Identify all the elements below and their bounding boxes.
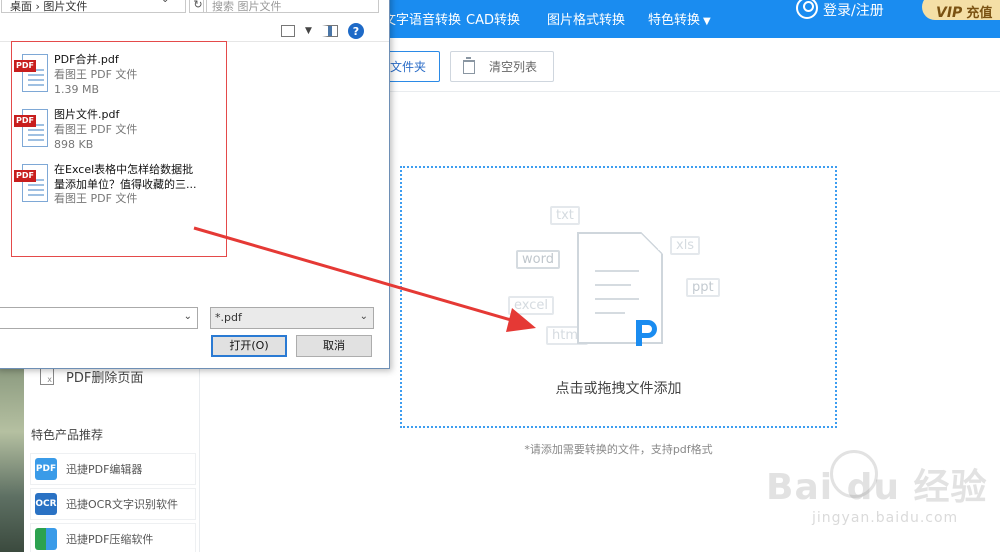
drag-arrow (193, 226, 536, 332)
